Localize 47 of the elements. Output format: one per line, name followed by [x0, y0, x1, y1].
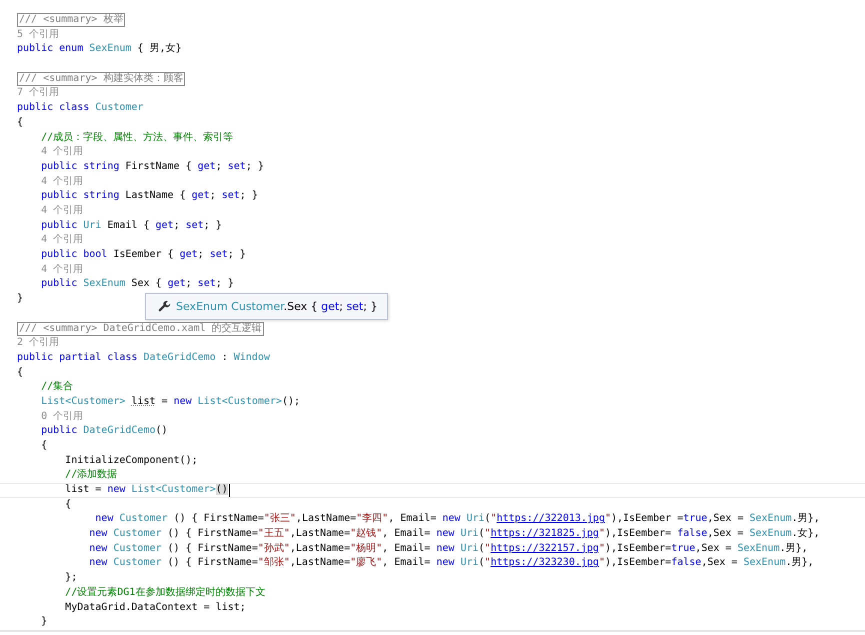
code-line: new Customer () { FirstName="邹张",LastName="廖飞", Email= new Uri("https://323230.jpg"),IsEember=false,Sex = SexEnum.男}, — [89, 556, 814, 570]
reference-count-link[interactable]: 4 个引用 — [41, 262, 84, 278]
code-line: //添加数据 — [65, 468, 118, 482]
code-line: { — [17, 116, 24, 130]
code-line: public bool IsEember { get; set; } — [41, 248, 246, 262]
url-link[interactable]: https://322013.jpg — [496, 513, 605, 524]
code-line: new Customer () { FirstName="张三",LastName="李四", Email= new Uri("https://322013.jpg"),IsEember =true,Sex = SexEnum.男}, — [95, 512, 820, 526]
code-line: public class Customer — [17, 101, 144, 116]
code-line: public Uri Email { get; set; } — [41, 218, 222, 233]
reference-count-link[interactable]: 7 个引用 — [17, 86, 60, 102]
reference-count-link[interactable]: 4 个引用 — [41, 145, 84, 160]
doc-comment: /// <summary> 枚举 — [17, 13, 126, 28]
code-line: { — [65, 498, 72, 512]
wrench-icon — [158, 300, 171, 313]
text-cursor — [228, 484, 230, 497]
code-line: public string LastName { get; set; } — [41, 189, 258, 204]
url-link[interactable]: https://322157.jpg — [490, 542, 599, 554]
code-line: { — [17, 366, 24, 380]
url-link[interactable]: https://321825.jpg — [490, 528, 599, 540]
code-line: } — [41, 615, 48, 630]
code-line: public DateGridCemo() — [41, 424, 168, 438]
reference-count-link[interactable]: 4 个引用 — [41, 174, 84, 190]
tooltip-text: SexEnum Customer.Sex { get; set; } — [176, 300, 378, 313]
code-line: //设置元素DG1在参加数据绑定时的数据下文 — [65, 586, 266, 600]
code-line: public enum SexEnum { 男,女} — [17, 42, 182, 56]
reference-count-link[interactable]: 5 个引用 — [17, 28, 60, 42]
code-line: list = new List<Customer>() — [65, 483, 228, 497]
reference-count-link[interactable]: 2 个引用 — [17, 336, 60, 351]
url-link[interactable]: https://323230.jpg — [490, 557, 599, 568]
reference-count-link[interactable]: 4 个引用 — [41, 233, 84, 248]
code-line: { — [41, 438, 48, 453]
code-line: new Customer () { FirstName="孙武",LastName="杨明", Email= new Uri("https://322157.jpg"),IsEember=true,Sex = SexEnum.男}, — [89, 542, 808, 556]
doc-comment: /// <summary> DateGridCemo.xaml 的交互逻辑 — [17, 322, 264, 336]
code-line: List<Customer> list = new List<Customer>(); — [41, 394, 300, 409]
code-line: new Customer () { FirstName="王五",LastName="赵钱", Email= new Uri("https://321825.jpg"),IsEember= false,Sex = SexEnum.女}, — [89, 527, 820, 542]
code-line: InitializeComponent(); — [65, 454, 198, 468]
code-line: //集合 — [41, 380, 74, 394]
code-line: } — [17, 292, 24, 306]
reference-count-link[interactable]: 4 个引用 — [41, 204, 84, 219]
code-line: MyDataGrid.DataContext = list; — [65, 600, 246, 614]
code-line: public string FirstName { get; set; } — [41, 160, 264, 174]
code-line: public partial class DateGridCemo : Window — [17, 350, 270, 365]
doc-comment: /// <summary> 构建实体类：顾客 — [17, 72, 186, 86]
code-line: public SexEnum Sex { get; set; } — [41, 277, 234, 292]
code-line: }; — [65, 571, 78, 586]
code-line: //成员：字段、属性、方法、事件、索引等 — [41, 130, 234, 144]
reference-count-link[interactable]: 0 个引用 — [41, 410, 84, 424]
